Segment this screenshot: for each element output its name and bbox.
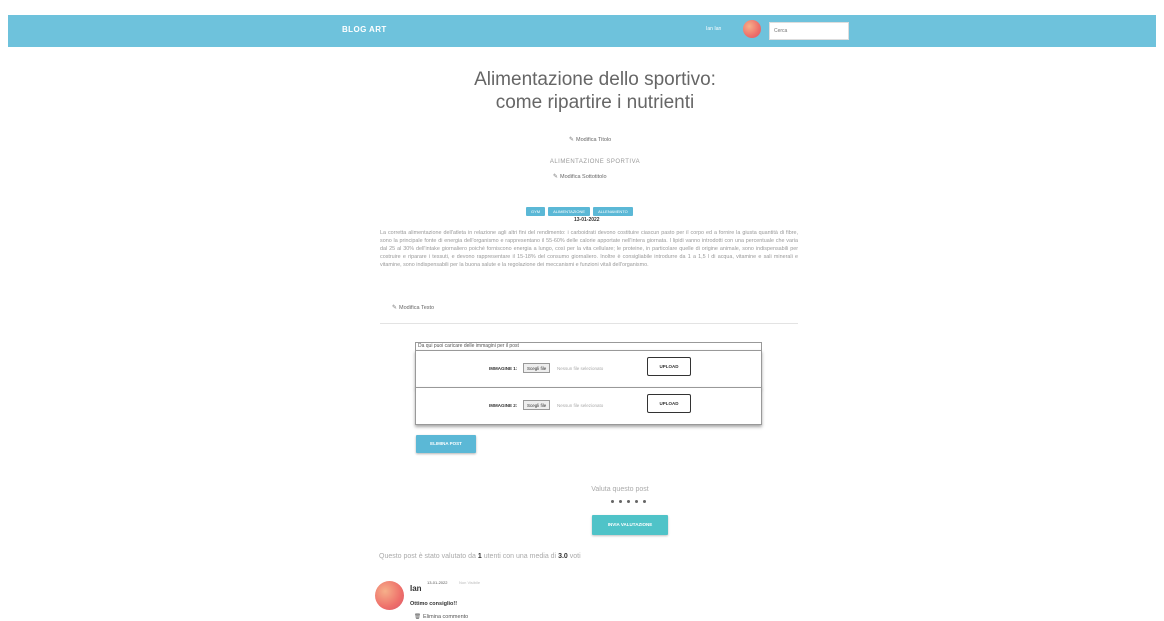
edit-text-label: Modifica Testo <box>399 305 435 311</box>
no-file-text: Nessun file selezionato <box>557 403 604 408</box>
edit-pen-icon: ✎ <box>553 174 559 180</box>
upload-row-2: IMMAGINE 2: Scegli file Nessun file sele… <box>415 387 762 425</box>
upload-button[interactable]: UPLOAD <box>647 357 691 376</box>
edit-text-link[interactable]: ✎ Modifica Testo <box>392 304 434 311</box>
edit-pen-icon: ✎ <box>392 305 398 311</box>
rating-average: 3.0 <box>558 553 568 560</box>
comment-avatar <box>375 581 404 610</box>
star-icon[interactable] <box>635 500 638 503</box>
post-title: Alimentazione dello sportivo: come ripar… <box>474 69 716 113</box>
search-input[interactable] <box>769 22 849 40</box>
post-date: 13-01-2022 <box>574 217 600 223</box>
comment-text: Ottimo consiglio!! <box>410 601 458 607</box>
brand-logo[interactable]: BLOG ART <box>342 25 387 34</box>
no-file-text: Nessun file selezionato <box>557 366 604 371</box>
rating-summary: Questo post è stato valutato da 1 utenti… <box>379 553 581 560</box>
delete-post-button[interactable]: ELIMINA POST <box>416 435 476 453</box>
rating-users-count: 1 <box>477 553 482 560</box>
choose-file-button[interactable]: Scegli file <box>523 400 551 410</box>
tag-badge[interactable]: GYM <box>526 207 546 216</box>
image-2-label: IMMAGINE 2: <box>489 403 518 408</box>
upload-hint: Da qui puoi caricare delle immagini per … <box>415 342 762 350</box>
trash-icon: 🗑 <box>414 614 421 620</box>
star-icon[interactable] <box>643 500 646 503</box>
upload-row-1: IMMAGINE 1: Scegli file Nessun file sele… <box>415 350 762 388</box>
comment-author: Ian <box>410 584 422 593</box>
summary-suffix: voti <box>569 553 581 560</box>
summary-prefix: Questo post è stato valutato da <box>379 553 476 560</box>
edit-subtitle-link[interactable]: ✎ Modifica Sottotitolo <box>553 173 607 180</box>
tag-badge[interactable]: ALIMENTAZIONE <box>548 207 591 216</box>
edit-title-label: Modifica Titolo <box>576 137 612 143</box>
comment-date: 13-01-2022 <box>427 580 448 585</box>
edit-title-link[interactable]: ✎ Modifica Titolo <box>569 136 611 143</box>
section-divider <box>380 323 798 324</box>
star-rating[interactable] <box>611 500 646 503</box>
delete-comment-label: Elimina commento <box>422 614 469 620</box>
tag-badge[interactable]: ALLENAMENTO <box>593 207 633 216</box>
user-avatar[interactable] <box>743 20 761 38</box>
upload-button[interactable]: UPLOAD <box>647 394 691 413</box>
edit-subtitle-label: Modifica Sottotitolo <box>560 174 607 180</box>
top-navbar: BLOG ART Ian Ian <box>8 15 1156 47</box>
delete-comment-link[interactable]: 🗑 Elimina commento <box>414 614 468 620</box>
choose-file-button[interactable]: Scegli file <box>523 363 551 373</box>
post-body-text: La corretta alimentazione dell'atleta in… <box>380 230 798 268</box>
rate-post-label: Valuta questo post <box>591 486 649 493</box>
post-subtitle: ALIMENTAZIONE SPORTIVA <box>549 159 641 165</box>
comment-visibility-status: Non Visibile <box>459 580 481 585</box>
user-name-link[interactable]: Ian Ian <box>706 26 721 32</box>
star-icon[interactable] <box>619 500 622 503</box>
star-icon[interactable] <box>627 500 630 503</box>
tag-list: GYM ALIMENTAZIONE ALLENAMENTO <box>526 207 633 216</box>
image-1-label: IMMAGINE 1: <box>489 366 518 371</box>
summary-mid: utenti con una media di <box>483 553 557 560</box>
edit-pen-icon: ✎ <box>569 137 575 143</box>
star-icon[interactable] <box>611 500 614 503</box>
send-rating-button[interactable]: INVIA VALUTAZIONE <box>592 515 668 535</box>
